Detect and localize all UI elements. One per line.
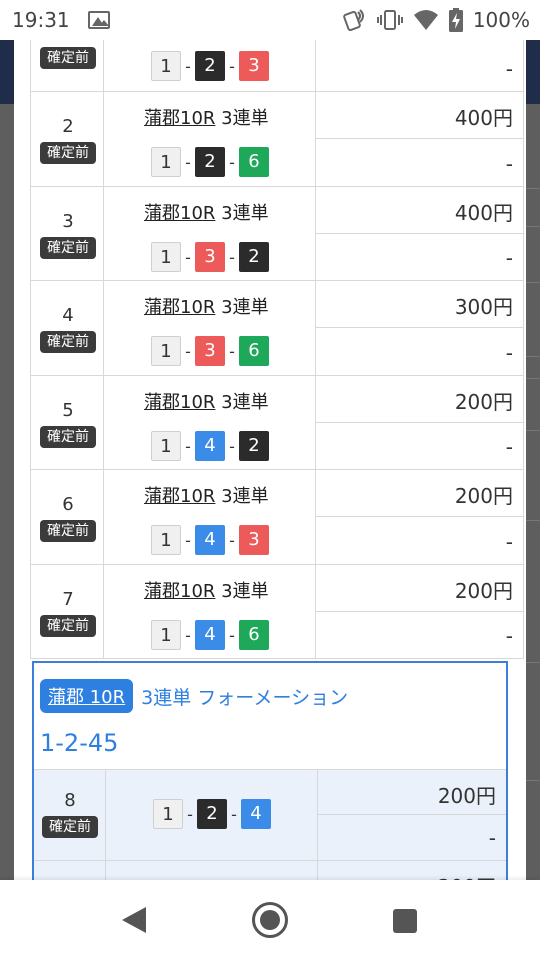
row-number: 5 [62,400,74,421]
race-link[interactable]: 蒲郡10R 3連単 [144,104,269,130]
boat-1: 1 [151,336,181,366]
payout-value: - [505,246,513,270]
boat-3: 3 [239,525,269,555]
bet-amount: 400円 [454,106,513,130]
table-row: 2 確定前 蒲郡10R 3連単 1 - 2 - 6 400円 - [30,92,524,187]
boat-1: 1 [151,51,181,81]
boat-1: 1 [151,242,181,272]
bet-amount: 200円 [437,784,496,808]
combination: 1 - 2 - 3 [151,50,269,82]
vibrate-icon [376,10,403,30]
table-row: 200円 [34,861,506,880]
race-link[interactable]: 蒲郡10R 3連単 [144,577,269,603]
payout-value: - [505,152,513,176]
image-notification-icon [88,11,110,29]
race-link[interactable]: 蒲郡10R 3連単 [144,293,269,319]
bet-amount: 300円 [454,295,513,319]
combination: 1 - 3 - 6 [151,335,269,367]
payout-value: - [505,341,513,365]
bet-amount: 200円 [438,871,496,880]
boat-2: 2 [239,431,269,461]
bet-list-modal: 確定前 1 - 2 - 3 - 2 確定前 蒲郡10R 3連単 1 - 2 - … [14,40,526,880]
battery-charging-icon [448,8,463,32]
combination: 1 - 4 - 3 [151,524,269,556]
nfc-icon [343,9,364,32]
status-badge: 確定前 [40,142,96,164]
payout-value: - [505,435,513,459]
boat-4: 4 [195,431,225,461]
race-link[interactable]: 蒲郡10R 3連単 [144,199,269,225]
status-badge: 確定前 [40,47,96,69]
home-icon[interactable] [252,902,288,938]
status-badge: 確定前 [42,816,98,838]
bet-amount: 200円 [454,390,513,414]
status-badge: 確定前 [40,237,96,259]
boat-1: 1 [151,525,181,555]
back-icon[interactable] [122,907,146,933]
header-strip-left [0,40,14,104]
header-strip-right [526,40,540,104]
row-number: 8 [64,790,76,811]
boat-6: 6 [239,336,269,366]
table-row: 確定前 1 - 2 - 3 - [30,40,524,92]
boat-4: 4 [241,799,271,829]
formation-title: 3連単 フォーメーション [141,686,349,709]
race-badge-link[interactable]: 蒲郡 10R [40,679,134,713]
table-row: 6 確定前 蒲郡10R 3連単 1 - 4 - 3 200円 - [30,470,524,565]
row-number: 6 [62,494,74,515]
status-badge: 確定前 [40,615,96,637]
boat-4: 4 [195,620,225,650]
combination: 1 - 2 - 6 [151,146,269,178]
payout-value: - [505,57,513,81]
table-row: 3 確定前 蒲郡10R 3連単 1 - 3 - 2 400円 - [30,187,524,281]
bet-amount: 200円 [454,579,513,603]
status-icons: 100% [343,7,530,33]
formation-section: 蒲郡 10R 3連単 フォーメーション 1-2-45 8 確定前 1 - 2 -… [32,661,508,880]
status-badge: 確定前 [40,331,96,353]
boat-2: 2 [195,51,225,81]
row-number: 7 [62,589,74,610]
combination: 1 - 4 - 6 [151,619,269,651]
boat-1: 1 [151,147,181,177]
combination: 1 - 3 - 2 [151,241,269,273]
recents-icon[interactable] [393,909,417,933]
clock: 19:31 [12,8,70,32]
system-nav-bar [0,880,540,960]
payout-value: - [505,624,513,648]
status-bar: 19:31 100% [0,0,540,40]
table-row: 7 確定前 蒲郡10R 3連単 1 - 4 - 6 200円 - [30,565,524,659]
combination: 1 - 2 - 4 [153,798,271,830]
row-number: 3 [62,211,74,232]
boat-2: 2 [197,799,227,829]
boat-3: 3 [239,51,269,81]
row-number: 4 [62,305,74,326]
table-row: 5 確定前 蒲郡10R 3連単 1 - 4 - 2 200円 - [30,376,524,470]
race-link[interactable]: 蒲郡10R 3連単 [144,482,269,508]
status-badge: 確定前 [40,426,96,448]
bet-amount: 200円 [454,484,513,508]
boat-3: 3 [195,336,225,366]
table-row: 8 確定前 1 - 2 - 4 200円 - [34,769,506,861]
boat-6: 6 [239,147,269,177]
boat-6: 6 [239,620,269,650]
bet-amount: 400円 [454,201,513,225]
boat-1: 1 [153,799,183,829]
boat-4: 4 [195,525,225,555]
combination: 1 - 4 - 2 [151,430,269,462]
boat-2: 2 [195,147,225,177]
wifi-icon [413,10,438,30]
boat-1: 1 [151,620,181,650]
formation-code: 1-2-45 [40,729,119,757]
boat-3: 3 [195,242,225,272]
payout-value: - [488,826,496,850]
table-row: 4 確定前 蒲郡10R 3連単 1 - 3 - 6 300円 - [30,281,524,376]
race-link[interactable]: 蒲郡10R 3連単 [144,388,269,414]
row-number: 2 [62,116,74,137]
payout-value: - [505,530,513,554]
boat-1: 1 [151,431,181,461]
boat-2: 2 [239,242,269,272]
battery-percentage: 100% [472,8,530,32]
status-badge: 確定前 [40,520,96,542]
